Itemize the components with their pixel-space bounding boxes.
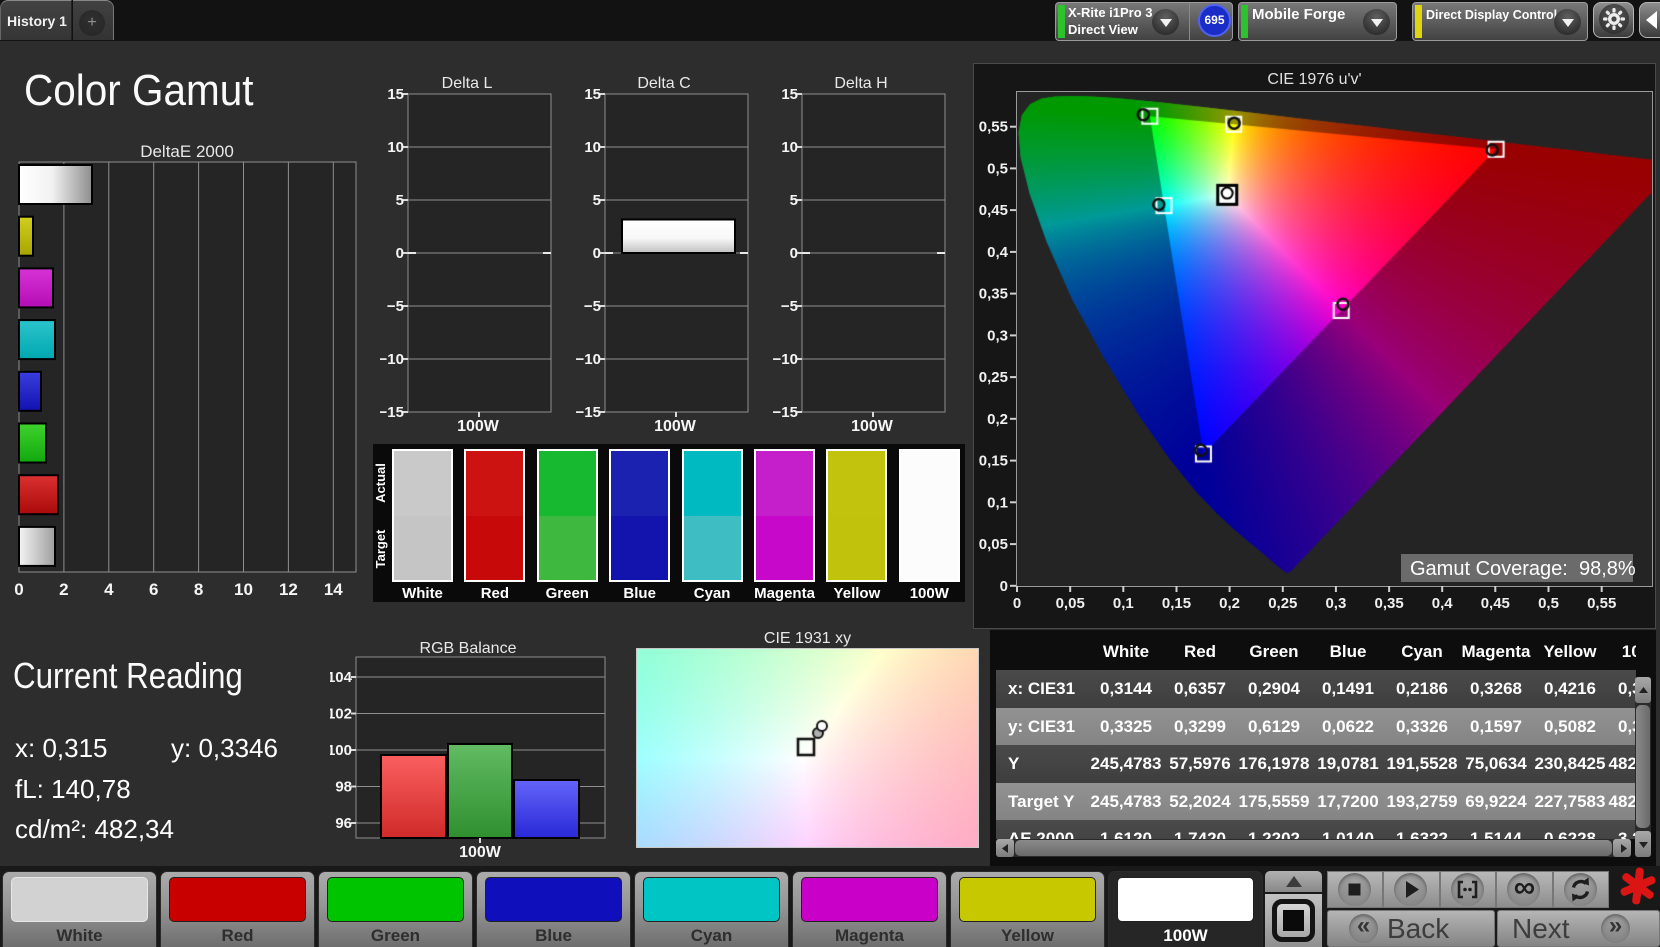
svg-text:98: 98: [335, 779, 352, 796]
svg-text:Actual: Actual: [373, 463, 388, 503]
svg-text:−15: −15: [576, 404, 601, 421]
svg-text:96: 96: [335, 815, 352, 832]
svg-text:0,2: 0,2: [1219, 595, 1240, 612]
svg-text:100W: 100W: [459, 844, 502, 861]
svg-text:10: 10: [584, 139, 601, 156]
svg-text:5: 5: [396, 192, 404, 209]
svg-text:10: 10: [781, 139, 798, 156]
svg-text:Delta H: Delta H: [834, 75, 887, 92]
svg-text:2: 2: [59, 580, 68, 599]
svg-text:14: 14: [324, 580, 343, 599]
svg-text:15: 15: [387, 86, 404, 103]
svg-text:Target: Target: [373, 529, 388, 568]
svg-text:0: 0: [1013, 595, 1021, 612]
svg-text:−10: −10: [773, 351, 798, 368]
svg-text:0,1: 0,1: [1113, 595, 1134, 612]
svg-text:Delta C: Delta C: [637, 75, 690, 92]
svg-text:0,1: 0,1: [987, 494, 1008, 511]
svg-text:0,05: 0,05: [979, 536, 1008, 553]
svg-text:−10: −10: [576, 351, 601, 368]
svg-text:15: 15: [584, 86, 601, 103]
svg-text:6: 6: [149, 580, 158, 599]
svg-text:0,05: 0,05: [1056, 595, 1085, 612]
svg-text:0: 0: [1000, 578, 1008, 595]
svg-text:8: 8: [194, 580, 203, 599]
svg-text:15: 15: [781, 86, 798, 103]
svg-text:0,45: 0,45: [1481, 595, 1510, 612]
svg-text:4: 4: [104, 580, 114, 599]
svg-text:−5: −5: [387, 298, 404, 315]
svg-text:100: 100: [330, 742, 352, 759]
svg-text:0,25: 0,25: [1268, 595, 1297, 612]
svg-text:0,4: 0,4: [1432, 595, 1454, 612]
svg-text:0,25: 0,25: [979, 369, 1008, 386]
svg-text:0,35: 0,35: [979, 286, 1008, 303]
svg-text:0: 0: [790, 245, 798, 262]
svg-text:Delta L: Delta L: [442, 75, 493, 92]
svg-text:−15: −15: [380, 404, 404, 421]
svg-text:0: 0: [396, 245, 404, 262]
svg-text:0,45: 0,45: [979, 202, 1008, 219]
svg-text:0,2: 0,2: [987, 411, 1008, 428]
svg-text:−5: −5: [781, 298, 798, 315]
svg-text:0,3: 0,3: [1325, 595, 1346, 612]
svg-text:0,35: 0,35: [1374, 595, 1403, 612]
svg-text:0: 0: [593, 245, 601, 262]
svg-text:0,15: 0,15: [1162, 595, 1191, 612]
svg-text:100W: 100W: [851, 418, 894, 435]
svg-text:−5: −5: [584, 298, 601, 315]
svg-text:10: 10: [234, 580, 253, 599]
svg-text:0,15: 0,15: [979, 453, 1008, 470]
svg-text:0: 0: [14, 580, 23, 599]
svg-text:0,55: 0,55: [1587, 595, 1616, 612]
svg-text:0,5: 0,5: [987, 160, 1008, 177]
svg-text:5: 5: [790, 192, 798, 209]
svg-text:DeltaE 2000: DeltaE 2000: [140, 142, 234, 161]
svg-text:0,55: 0,55: [979, 119, 1008, 136]
svg-text:RGB Balance: RGB Balance: [420, 640, 517, 657]
svg-text:0,5: 0,5: [1538, 595, 1559, 612]
svg-text:−10: −10: [380, 351, 404, 368]
svg-text:100W: 100W: [457, 418, 500, 435]
svg-text:0,4: 0,4: [987, 244, 1009, 261]
svg-text:5: 5: [593, 192, 601, 209]
svg-text:0,3: 0,3: [987, 327, 1008, 344]
svg-text:104: 104: [330, 669, 353, 686]
svg-text:100W: 100W: [654, 418, 697, 435]
svg-text:10: 10: [387, 139, 404, 156]
svg-text:12: 12: [279, 580, 298, 599]
svg-text:−15: −15: [773, 404, 798, 421]
svg-text:102: 102: [330, 706, 352, 723]
